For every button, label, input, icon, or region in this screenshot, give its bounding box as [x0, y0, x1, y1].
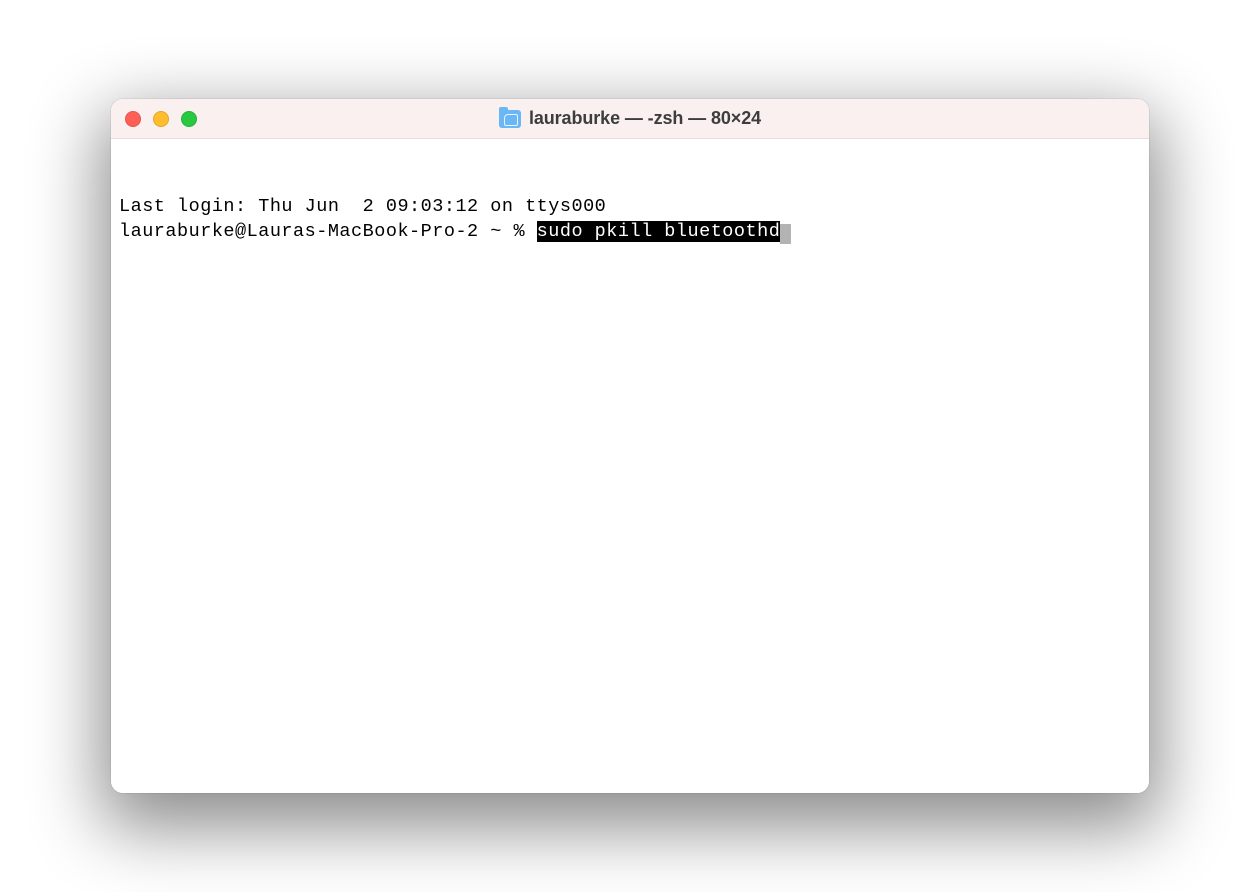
terminal-body[interactable]: Last login: Thu Jun 2 09:03:12 on ttys00…: [111, 139, 1149, 793]
prompt-line: lauraburke@Lauras-MacBook-Pro-2 ~ % sudo…: [119, 220, 1141, 245]
last-login-line: Last login: Thu Jun 2 09:03:12 on ttys00…: [119, 195, 1141, 220]
terminal-window: lauraburke — -zsh — 80×24 Last login: Th…: [111, 99, 1149, 793]
window-title: lauraburke — -zsh — 80×24: [529, 108, 761, 129]
maximize-button[interactable]: [181, 111, 197, 127]
prompt: lauraburke@Lauras-MacBook-Pro-2 ~ %: [119, 221, 537, 242]
cursor: [780, 224, 791, 244]
title-center: lauraburke — -zsh — 80×24: [111, 108, 1149, 129]
minimize-button[interactable]: [153, 111, 169, 127]
titlebar[interactable]: lauraburke — -zsh — 80×24: [111, 99, 1149, 139]
close-button[interactable]: [125, 111, 141, 127]
traffic-lights: [125, 111, 197, 127]
home-folder-icon: [499, 110, 521, 128]
command-text[interactable]: sudo pkill bluetoothd: [537, 221, 781, 242]
